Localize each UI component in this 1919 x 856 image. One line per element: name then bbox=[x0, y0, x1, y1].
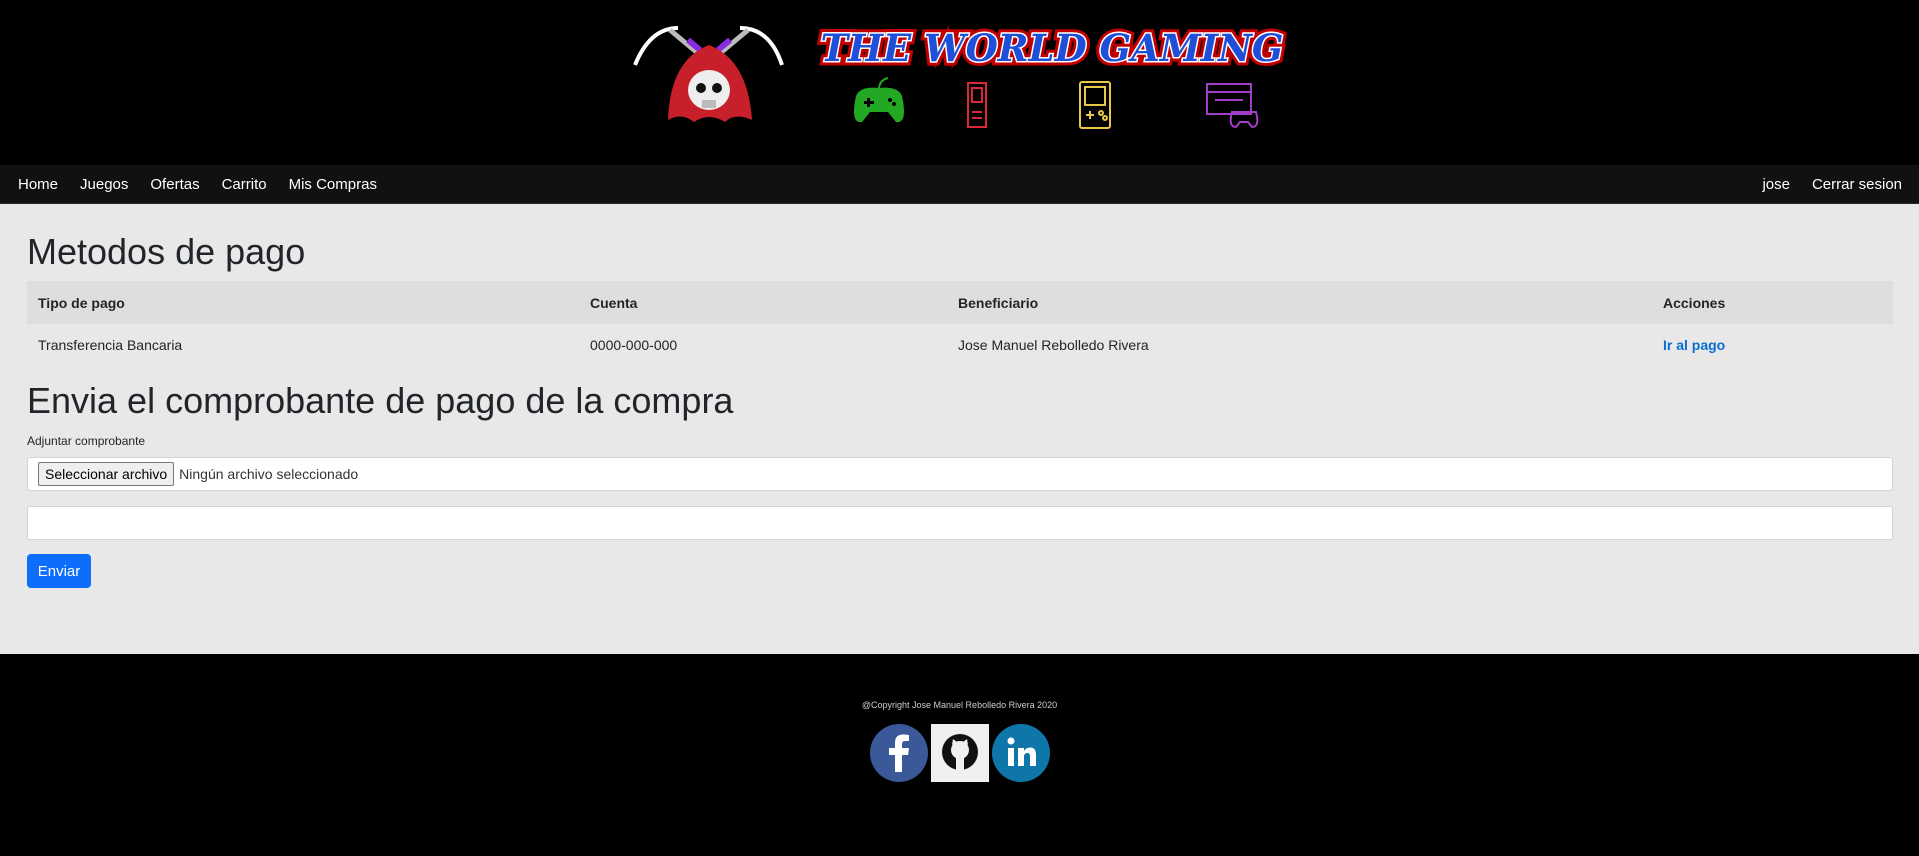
attach-receipt-label: Adjuntar comprobante bbox=[27, 434, 146, 448]
payment-methods-title: Metodos de pago bbox=[27, 231, 306, 272]
column-header-cuenta: Cuenta bbox=[579, 281, 947, 324]
main-content: Metodos de pago Tipo de pago Cuenta Bene… bbox=[0, 204, 1919, 654]
cell-cuenta: 0000-000-000 bbox=[590, 337, 678, 353]
social-links bbox=[870, 724, 1050, 782]
cell-beneficiario: Jose Manuel Rebolledo Rivera bbox=[958, 337, 1149, 353]
column-header-beneficiario: Beneficiario bbox=[947, 281, 1652, 324]
nav-home-link[interactable]: Home bbox=[18, 176, 58, 193]
reaper-skull-logo-icon bbox=[633, 26, 784, 122]
facebook-icon[interactable] bbox=[870, 724, 928, 782]
cell-acciones: Ir al pago bbox=[1652, 324, 1893, 366]
github-icon[interactable] bbox=[931, 724, 989, 782]
column-header-acciones: Acciones bbox=[1652, 281, 1893, 324]
receipt-text-field[interactable] bbox=[27, 506, 1893, 540]
copyright-text: @Copyright Jose Manuel Rebolledo Rivera … bbox=[861, 700, 1058, 710]
upload-receipt-title: Envia el comprobante de pago de la compr… bbox=[27, 380, 734, 421]
retro-console-icon bbox=[1206, 83, 1259, 129]
gamepad-icon bbox=[854, 77, 904, 123]
table-row: Transferencia Bancaria 0000-000-000 Jose… bbox=[27, 324, 1893, 366]
site-footer: @Copyright Jose Manuel Rebolledo Rivera … bbox=[0, 654, 1919, 856]
nav-left-group: Home Juegos Ofertas Carrito Mis Compras bbox=[0, 176, 388, 193]
nav-juegos-link[interactable]: Juegos bbox=[80, 176, 128, 193]
nav-logout-link[interactable]: Cerrar sesion bbox=[1812, 176, 1902, 193]
banner-graphic: THE WORLD GAMING THE WORLD GAMING bbox=[633, 22, 1288, 129]
column-header-tipo: Tipo de pago bbox=[27, 281, 579, 324]
go-to-payment-link[interactable]: Ir al pago bbox=[1663, 337, 1725, 353]
nav-right-group: jose Cerrar sesion bbox=[1751, 176, 1919, 193]
banner-title: THE WORLD GAMING bbox=[820, 26, 1283, 70]
choose-file-button[interactable]: Seleccionar archivo bbox=[38, 462, 175, 486]
main-navbar: Home Juegos Ofertas Carrito Mis Compras … bbox=[0, 165, 1919, 204]
gameboy-icon bbox=[1079, 81, 1111, 129]
site-banner: THE WORLD GAMING THE WORLD GAMING bbox=[0, 0, 1919, 165]
file-status-text: Ningún archivo seleccionado bbox=[179, 466, 359, 482]
payment-methods-table: Tipo de pago Cuenta Beneficiario Accione… bbox=[27, 281, 1893, 366]
nav-mis-compras-link[interactable]: Mis Compras bbox=[289, 176, 377, 193]
table-header-row: Tipo de pago Cuenta Beneficiario Accione… bbox=[27, 281, 1893, 324]
nav-carrito-link[interactable]: Carrito bbox=[222, 176, 267, 193]
cell-tipo: Transferencia Bancaria bbox=[38, 337, 183, 353]
submit-button[interactable]: Enviar bbox=[27, 554, 91, 588]
linkedin-icon[interactable] bbox=[992, 724, 1050, 782]
nav-ofertas-link[interactable]: Ofertas bbox=[150, 176, 199, 193]
nav-user-link[interactable]: jose bbox=[1762, 176, 1790, 193]
file-input[interactable]: Seleccionar archivo Ningún archivo selec… bbox=[27, 457, 1893, 491]
console-tower-icon bbox=[967, 82, 987, 128]
